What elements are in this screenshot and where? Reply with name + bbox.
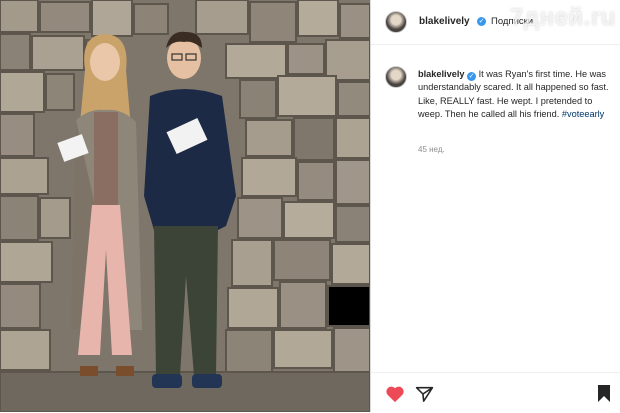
post-timestamp: 45 нед. — [418, 145, 445, 154]
man-figure — [144, 31, 236, 388]
caption-avatar[interactable] — [385, 66, 407, 88]
username-link[interactable]: blakelively — [419, 16, 470, 27]
post-actions — [371, 372, 620, 413]
caption-username[interactable]: blakelively — [418, 69, 464, 79]
heart-icon[interactable] — [385, 385, 405, 408]
avatar[interactable] — [385, 11, 407, 33]
paper-plane-icon[interactable] — [415, 385, 434, 408]
verified-badge-icon: ✓ — [467, 72, 477, 81]
verified-badge-icon: ✓ — [477, 17, 486, 26]
bookmark-icon[interactable] — [597, 384, 611, 408]
post-caption: blakelively ✓ It was Ryan's first time. … — [418, 68, 610, 122]
hashtag-link[interactable]: #voteearly — [562, 109, 604, 119]
post-photo[interactable] — [0, 0, 370, 412]
site-watermark: 7дней.ru — [510, 4, 616, 31]
instagram-post: blakelively ✓ Подписки blakelively ✓ It … — [0, 0, 620, 412]
post-side-panel: blakelively ✓ Подписки blakelively ✓ It … — [370, 0, 620, 412]
